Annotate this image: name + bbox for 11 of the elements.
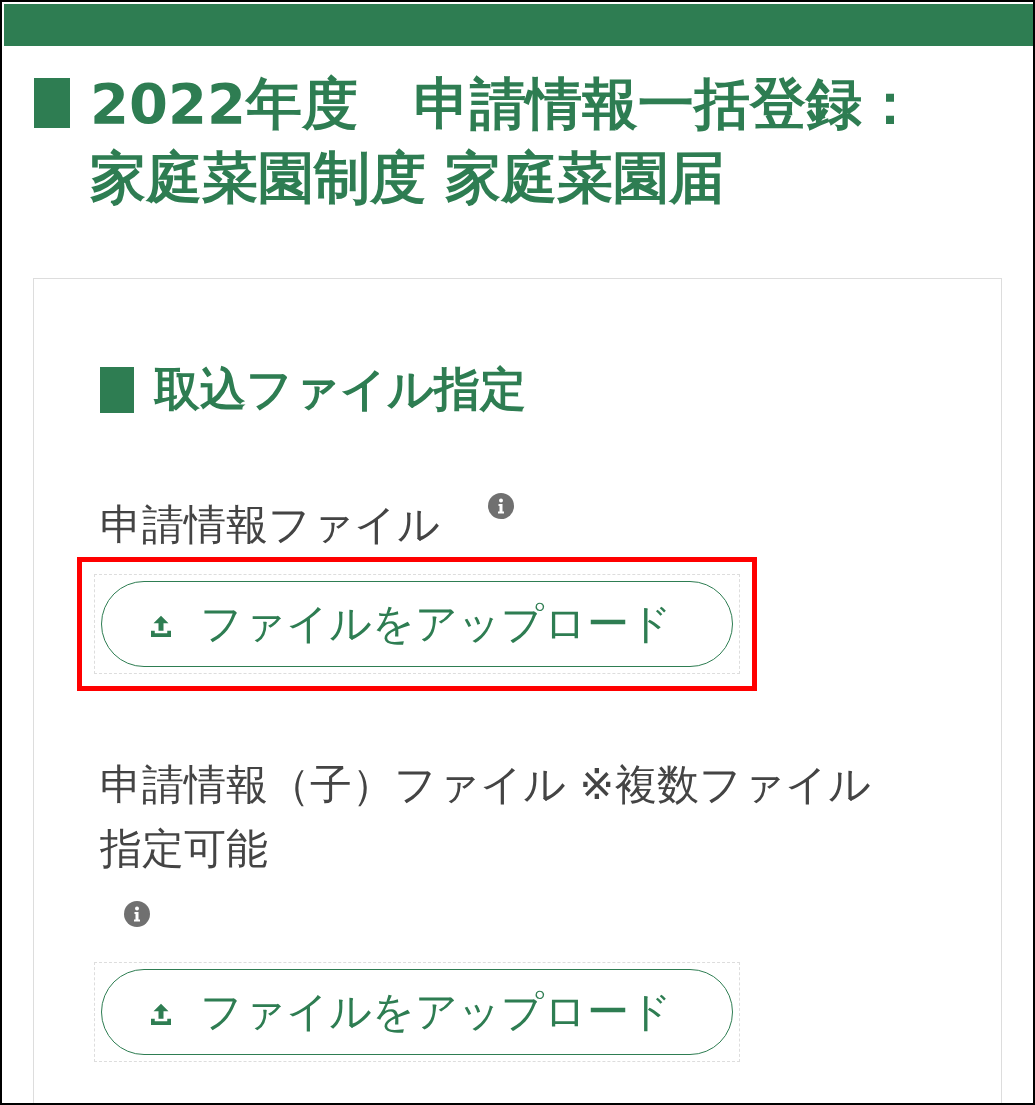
title-marker (34, 78, 70, 128)
upload-button[interactable]: ファイルをアップロード (101, 969, 733, 1055)
page-title: 2022年度 申請情報一括登録： (90, 74, 918, 134)
info-icon[interactable] (488, 493, 514, 519)
info-icon[interactable] (124, 901, 150, 927)
field-label: 申請情報（子）ファイル ※複数ファイル指定可能 (100, 759, 872, 875)
field-label: 申請情報ファイル (100, 499, 440, 551)
upload-button[interactable]: ファイルをアップロード (101, 581, 733, 667)
section-heading: 取込ファイル指定 (154, 361, 526, 418)
heading-marker (100, 367, 134, 413)
page-title: 家庭菜園制度 家庭菜園届 (90, 144, 727, 212)
